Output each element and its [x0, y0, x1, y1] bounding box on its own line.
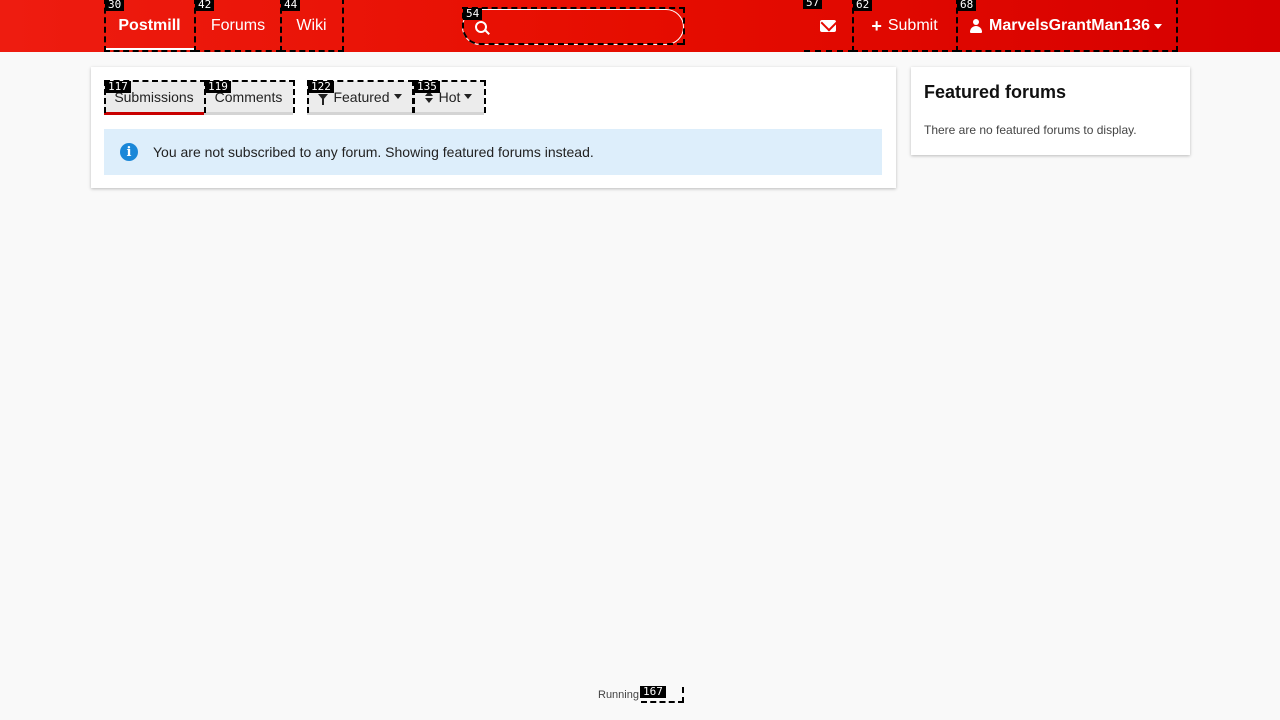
- marker-tag: 30: [105, 0, 125, 11]
- marker-tag: 62: [853, 0, 873, 11]
- marker-tag: 42: [195, 0, 215, 11]
- marker-tag: 68: [957, 0, 977, 11]
- marker-box: 135: [413, 80, 486, 113]
- marker-box: 68: [956, 0, 1178, 52]
- marker-tag: 119: [205, 81, 231, 93]
- marker-box: 119: [204, 80, 295, 113]
- info-alert-text: You are not subscribed to any forum. Sho…: [153, 144, 594, 160]
- featured-forums-empty-text: There are no featured forums to display.: [924, 123, 1137, 137]
- marker-box: 30: [104, 0, 196, 52]
- featured-forums-panel: [911, 67, 1190, 155]
- marker-tag: 117: [105, 81, 131, 93]
- marker-tag: 167: [640, 686, 666, 698]
- top-navbar: Postmill 30 Forums 42 Wiki 44 54 57 + Su…: [0, 0, 1280, 52]
- marker-tag: 135: [414, 81, 440, 93]
- marker-box: 62: [852, 0, 958, 52]
- marker-box: 57: [803, 0, 854, 52]
- marker-box: 122: [307, 80, 414, 113]
- marker-box: 54: [462, 7, 685, 45]
- marker-tag: 122: [308, 81, 334, 93]
- featured-forums-title: Featured forums: [924, 82, 1067, 102]
- marker-box: 42: [194, 0, 282, 52]
- footer-prefix: Running: [598, 689, 639, 701]
- marker-box: 44: [280, 0, 344, 52]
- marker-tag: 44: [281, 0, 301, 11]
- info-icon: i: [120, 143, 138, 161]
- info-alert: i You are not subscribed to any forum. S…: [104, 129, 882, 175]
- marker-tag: 54: [463, 8, 483, 20]
- marker-tag: 57: [803, 0, 823, 9]
- marker-box: 167: [640, 686, 684, 703]
- marker-box: 117: [104, 80, 206, 113]
